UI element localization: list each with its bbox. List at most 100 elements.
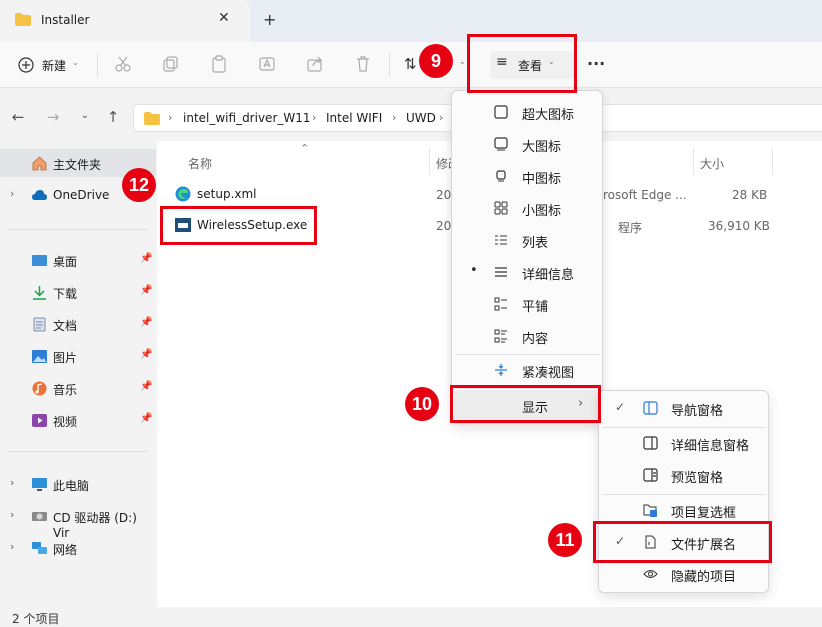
details-pane-icon xyxy=(643,436,658,450)
menu-item-extra-large-icons[interactable]: 超大图标 xyxy=(454,97,600,127)
view-menu: 超大图标 大图标 中图标 小图标 列表 • 详细信息 平铺 内容 紧凑视图 显示… xyxy=(451,90,603,424)
sort-chevron-icon: ⌄ xyxy=(459,57,466,66)
preview-pane-icon xyxy=(643,468,658,482)
annotation-box-wireless-setup xyxy=(160,206,317,245)
new-tab-button[interactable]: + xyxy=(263,10,276,29)
plus-circle-icon xyxy=(18,57,34,73)
document-icon xyxy=(33,317,46,332)
cut-icon[interactable] xyxy=(114,55,132,73)
pin-icon[interactable]: 📌 xyxy=(140,317,152,328)
eye-icon xyxy=(643,570,658,578)
desktop-icon xyxy=(32,255,47,266)
folder-icon xyxy=(15,13,31,26)
tab-installer[interactable]: Installer ✕ xyxy=(0,0,250,42)
more-options-button[interactable]: ··· xyxy=(587,54,605,73)
check-icon: ✓ xyxy=(615,400,626,414)
pin-icon[interactable]: 📌 xyxy=(140,413,152,424)
selected-dot-icon: • xyxy=(470,263,478,278)
submenu-item-label: 预览窗格 xyxy=(671,471,724,486)
submenu-item-label: 项目复选框 xyxy=(671,506,737,521)
breadcrumb-chevron-icon: › xyxy=(168,111,173,124)
rename-icon[interactable] xyxy=(258,55,276,73)
paste-icon[interactable] xyxy=(210,55,228,73)
status-item-count: 2 个项目 xyxy=(12,612,60,626)
compact-view-icon xyxy=(495,364,507,376)
sidebar-item-desktop[interactable]: 桌面 📌 xyxy=(0,246,156,274)
sidebar-item-pictures[interactable]: 图片 📌 xyxy=(0,342,156,370)
menu-item-list[interactable]: 列表 xyxy=(454,225,600,255)
submenu-item-details-pane[interactable]: 详细信息窗格 xyxy=(601,428,767,458)
sidebar-item-cd-drive[interactable]: › CD 驱动器 (D:) Vir xyxy=(0,502,156,540)
address-bar-row: ← → ⌄ ↑ › intel_wifi_driver_W11 › Intel … xyxy=(0,100,822,136)
new-button[interactable]: 新建 ⌄ xyxy=(14,53,84,77)
breadcrumb-item[interactable]: intel_wifi_driver_W11 xyxy=(183,111,311,125)
menu-item-compact-view[interactable]: 紧凑视图 xyxy=(454,355,600,385)
annotation-box-file-extensions xyxy=(593,521,772,563)
close-tab-icon[interactable]: ✕ xyxy=(218,10,230,26)
details-icon xyxy=(495,267,507,277)
checkbox-folder-icon xyxy=(643,504,657,517)
home-icon xyxy=(32,156,47,171)
cd-drive-icon xyxy=(32,512,47,521)
sidebar-item-this-pc[interactable]: › 此电脑 xyxy=(0,470,156,498)
delete-icon[interactable] xyxy=(354,55,372,73)
submenu-item-hidden-items[interactable]: 隐藏的项目 xyxy=(601,559,767,589)
back-arrow-icon[interactable]: ← xyxy=(9,108,27,126)
sidebar-item-music[interactable]: 音乐 📌 xyxy=(0,374,156,402)
chevron-right-icon: › xyxy=(10,476,15,489)
file-date: 20 xyxy=(436,219,452,233)
breadcrumb-item[interactable]: UWD xyxy=(406,111,436,125)
menu-item-small-icons[interactable]: 小图标 xyxy=(454,193,600,223)
video-icon xyxy=(32,414,47,427)
column-header-name[interactable]: 名称 xyxy=(188,155,212,172)
forward-arrow-icon[interactable]: → xyxy=(44,108,62,126)
copy-icon[interactable] xyxy=(162,55,180,73)
new-button-label: 新建 xyxy=(42,59,67,73)
menu-item-label: 中图标 xyxy=(522,172,562,187)
menu-item-details[interactable]: • 详细信息 xyxy=(454,257,600,287)
sidebar-item-documents[interactable]: 文档 📌 xyxy=(0,310,156,338)
breadcrumb-chevron-icon: › xyxy=(312,111,317,124)
download-icon xyxy=(33,286,46,300)
sidebar-item-downloads[interactable]: 下载 📌 xyxy=(0,278,156,306)
menu-item-label: 列表 xyxy=(522,236,549,251)
file-size: 36,910 KB xyxy=(708,219,770,233)
column-header-size[interactable]: 大小 xyxy=(700,155,724,172)
chevron-right-icon: › xyxy=(10,540,15,553)
annotation-badge-12: 12 xyxy=(122,168,156,202)
submenu-item-navigation-pane[interactable]: ✓ 导航窗格 xyxy=(601,393,767,423)
picture-icon xyxy=(32,350,47,363)
sidebar-item-label: 主文件夹 xyxy=(53,158,102,172)
sort-icon[interactable]: ⇅ xyxy=(404,55,417,73)
menu-item-medium-icons[interactable]: 中图标 xyxy=(454,161,600,191)
submenu-item-preview-pane[interactable]: 预览窗格 xyxy=(601,460,767,490)
breadcrumb-item[interactable]: Intel WIFI xyxy=(326,111,382,125)
up-arrow-icon[interactable]: ↑ xyxy=(104,108,122,126)
annotation-badge-11: 11 xyxy=(548,523,582,557)
breadcrumb-chevron-icon: › xyxy=(439,111,444,124)
menu-item-label: 详细信息 xyxy=(522,268,575,283)
content-icon xyxy=(494,329,507,343)
sidebar-item-label: 桌面 xyxy=(53,255,78,269)
menu-item-label: 紧凑视图 xyxy=(522,366,575,381)
submenu-item-label: 导航窗格 xyxy=(671,404,724,419)
pin-icon[interactable]: 📌 xyxy=(140,285,152,296)
share-icon[interactable] xyxy=(306,55,324,73)
menu-item-label: 内容 xyxy=(522,332,549,347)
pin-icon[interactable]: 📌 xyxy=(140,253,152,264)
menu-item-label: 超大图标 xyxy=(522,108,575,123)
edge-icon xyxy=(175,186,191,202)
square-icon xyxy=(494,105,508,119)
pin-icon[interactable]: 📌 xyxy=(140,381,152,392)
sidebar-item-videos[interactable]: 视频 📌 xyxy=(0,406,156,434)
sidebar-item-network[interactable]: › 网络 xyxy=(0,534,156,562)
recent-chevron-icon[interactable]: ⌄ xyxy=(76,110,94,121)
file-type: rosoft Edge ... xyxy=(603,188,687,202)
square-icon xyxy=(496,170,506,182)
menu-item-large-icons[interactable]: 大图标 xyxy=(454,129,600,159)
menu-item-content[interactable]: 内容 xyxy=(454,321,600,351)
music-icon xyxy=(32,381,47,396)
menu-item-tiles[interactable]: 平铺 xyxy=(454,289,600,319)
pin-icon[interactable]: 📌 xyxy=(140,349,152,360)
file-size: 28 KB xyxy=(732,188,768,202)
